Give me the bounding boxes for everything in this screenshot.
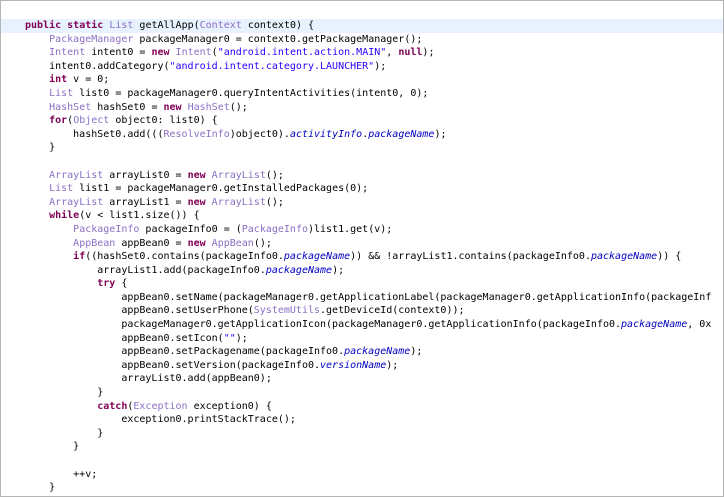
code-line[interactable]: packageManager0.getApplicationIcon(packa… [1,318,723,332]
code-line[interactable]: ++v; [1,468,723,482]
code-line[interactable]: } [1,141,723,155]
code-line[interactable]: intent0.addCategory("android.intent.cate… [1,60,723,74]
code-line[interactable]: AppBean appBean0 = new AppBean(); [1,237,723,251]
code-line[interactable]: while(v < list1.size()) { [1,209,723,223]
code-line[interactable] [1,454,723,468]
code-editor[interactable]: public static List getAllApp(Context con… [0,0,724,497]
code-line[interactable]: exception0.printStackTrace(); [1,413,723,427]
code-line-current[interactable]: public static List getAllApp(Context con… [1,19,723,33]
code-line[interactable] [1,155,723,169]
code-line[interactable]: List list0 = packageManager0.queryIntent… [1,87,723,101]
code-area[interactable]: public static List getAllApp(Context con… [1,19,723,495]
code-line[interactable]: int v = 0; [1,73,723,87]
code-line[interactable]: appBean0.setUserPhone(SystemUtils.getDev… [1,304,723,318]
code-line[interactable]: appBean0.setPackagename(packageInfo0.pac… [1,345,723,359]
code-line[interactable]: PackageManager packageManager0 = context… [1,33,723,47]
code-line[interactable]: ArrayList arrayList1 = new ArrayList(); [1,196,723,210]
code-line[interactable]: appBean0.setVersion(packageInfo0.version… [1,359,723,373]
code-line[interactable]: appBean0.setIcon(""); [1,332,723,346]
code-line[interactable]: catch(Exception exception0) { [1,400,723,414]
code-line[interactable]: try { [1,277,723,291]
code-line[interactable]: for(Object object0: list0) { [1,114,723,128]
code-line[interactable]: arrayList0.add(appBean0); [1,372,723,386]
code-line[interactable]: ArrayList arrayList0 = new ArrayList(); [1,169,723,183]
code-line[interactable]: } [1,427,723,441]
code-line[interactable]: PackageInfo packageInfo0 = (PackageInfo)… [1,223,723,237]
code-line[interactable]: } [1,440,723,454]
code-line[interactable]: if((hashSet0.contains(packageInfo0.packa… [1,250,723,264]
code-line[interactable]: } [1,386,723,400]
code-line[interactable]: List list1 = packageManager0.getInstalle… [1,182,723,196]
code-line[interactable]: appBean0.setName(packageManager0.getAppl… [1,291,723,305]
code-line[interactable]: } [1,481,723,495]
code-line[interactable]: HashSet hashSet0 = new HashSet(); [1,101,723,115]
code-line[interactable]: arrayList1.add(packageInfo0.packageName)… [1,264,723,278]
code-line[interactable]: hashSet0.add(((ResolveInfo)object0).acti… [1,128,723,142]
code-line[interactable]: Intent intent0 = new Intent("android.int… [1,46,723,60]
